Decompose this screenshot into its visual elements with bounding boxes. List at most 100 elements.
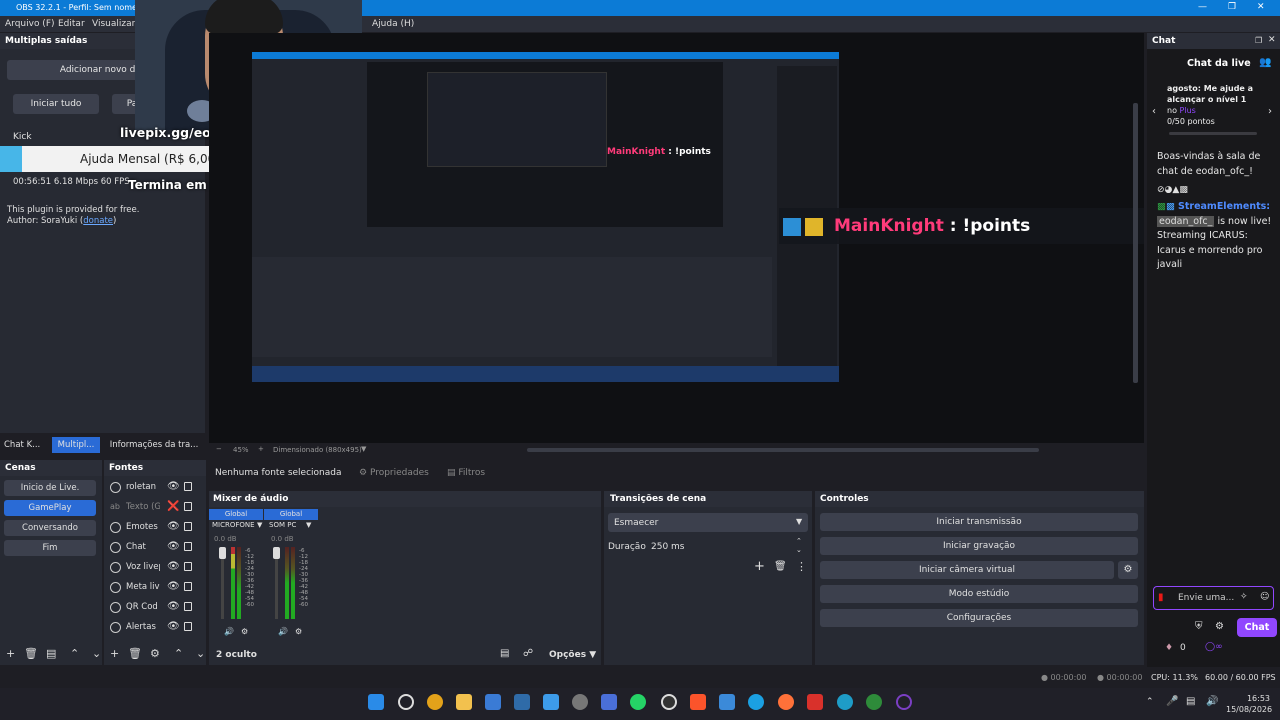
scene-item[interactable]: Fim (4, 540, 96, 556)
eye-icon[interactable]: 👁 (167, 601, 180, 612)
filters-button[interactable]: ▤ Filtros (447, 468, 485, 478)
chat-input[interactable]: ▮ Envie uma... ✧ ☺ (1153, 586, 1274, 610)
lock-icon[interactable] (184, 562, 192, 571)
obs-icon[interactable] (661, 694, 677, 710)
scene-filter-icon[interactable]: ▤ (46, 647, 56, 660)
firefox-icon[interactable] (778, 694, 794, 710)
mixer-link-icon[interactable]: ☍ (523, 648, 533, 659)
close-icon[interactable]: ✕ (1257, 2, 1265, 12)
studio-mode-button[interactable]: Modo estúdio (820, 585, 1138, 603)
volume-icon[interactable]: 🔊 (1206, 696, 1218, 707)
scale-dropdown-icon[interactable]: ▼ (361, 445, 366, 453)
delete-scene-icon[interactable]: 🗑 (24, 647, 38, 660)
ch2-settings-icon[interactable]: ⚙ (295, 627, 302, 636)
more-options-icon[interactable]: ⋮ (796, 560, 807, 573)
teams-icon[interactable] (601, 694, 617, 710)
tab-multiplas[interactable]: Multipl... (52, 437, 100, 453)
undock-icon[interactable]: ❐ (1255, 36, 1262, 45)
tray-chevron-icon[interactable]: ⌃ (1146, 697, 1154, 707)
source-settings-icon[interactable]: ⚙ (150, 647, 160, 660)
search-icon[interactable] (398, 694, 414, 710)
app-icon[interactable] (837, 694, 853, 710)
ch2-mute-icon[interactable]: 🔊 (278, 627, 288, 636)
settings-icon[interactable] (572, 694, 588, 710)
transition-select[interactable]: Esmaecer ▼ (608, 513, 808, 532)
add-source-icon[interactable]: + (110, 647, 119, 660)
ch1-fader[interactable] (219, 547, 226, 559)
minimize-icon[interactable]: — (1198, 2, 1207, 12)
source-row[interactable]: Meta liv 👁 (110, 580, 200, 596)
scene-item[interactable]: Inicio de Live. (4, 480, 96, 496)
photos-icon[interactable] (485, 694, 501, 710)
source-row[interactable]: Chat 👁 (110, 540, 200, 556)
options-button[interactable]: Opções ▼ (549, 650, 596, 660)
lock-icon[interactable] (184, 522, 192, 531)
source-row[interactable]: Voz livep👁 (110, 560, 200, 576)
delete-source-icon[interactable]: 🗑 (128, 647, 142, 660)
menu-ajuda[interactable]: Ajuda (H) (372, 19, 414, 29)
lock-icon[interactable] (184, 622, 192, 631)
mic-tray-icon[interactable]: 🎤 (1166, 696, 1178, 707)
start-all-button[interactable]: Iniciar tudo (13, 94, 99, 114)
clock[interactable]: 16:53 15/08/2026 (1226, 693, 1272, 715)
mail-icon[interactable] (543, 694, 559, 710)
properties-button[interactable]: ⚙ Propriedades (359, 468, 429, 478)
preview-canvas[interactable]: MainKnight : !points MainKnight : !point… (209, 33, 1144, 443)
source-row[interactable]: Emotes 👁 (110, 520, 200, 536)
source-row[interactable]: Alertas 👁 (110, 620, 200, 636)
move-up-icon[interactable]: ⌃ (174, 647, 183, 660)
menu-arquivo[interactable]: Arquivo (F) (5, 19, 55, 29)
tab-chat-kick[interactable]: Chat K... (4, 437, 48, 453)
ch2-name[interactable]: SOM PC (269, 521, 296, 529)
eye-icon[interactable]: 👁 (167, 621, 180, 632)
ch1-settings-icon[interactable]: ⚙ (241, 627, 248, 636)
capture-icon[interactable] (896, 694, 912, 710)
start-streaming-button[interactable]: Iniciar transmissão (820, 513, 1138, 531)
whatsapp-icon[interactable] (630, 694, 646, 710)
edge-icon[interactable] (748, 694, 764, 710)
lock-icon[interactable] (184, 582, 192, 591)
eye-icon[interactable]: 👁 (167, 541, 180, 552)
chrome-icon[interactable] (427, 694, 443, 710)
source-row[interactable]: roletan 👁 (110, 480, 200, 496)
eye-icon[interactable]: 👁 (167, 581, 180, 592)
ch1-dropdown-icon[interactable]: ▼ (257, 521, 262, 529)
vivaldi-icon[interactable] (807, 694, 823, 710)
source-row[interactable]: QR Cod 👁 (110, 600, 200, 616)
tab-informacoes[interactable]: Informações da tra... (106, 437, 202, 453)
start-virtual-camera-button[interactable]: Iniciar câmera virtual (820, 561, 1114, 579)
spin-up-icon[interactable]: ⌃ (796, 537, 802, 545)
move-down-icon[interactable]: ⌄ (196, 647, 205, 660)
ch1-name[interactable]: MICROFONE (212, 521, 255, 529)
lock-icon[interactable] (184, 542, 192, 551)
settings-button[interactable]: Configurações (820, 609, 1138, 627)
scene-item-selected[interactable]: GamePlay (4, 500, 96, 516)
source-row[interactable]: ab Texto (G ❌ (110, 500, 200, 516)
maximize-icon[interactable]: ❐ (1228, 2, 1236, 12)
eye-icon[interactable]: 👁 (167, 481, 180, 492)
ch2-fader[interactable] (273, 547, 280, 559)
spin-down-icon[interactable]: ⌄ (796, 546, 802, 554)
next-icon[interactable]: › (1268, 106, 1272, 117)
windows-start-icon[interactable] (368, 694, 384, 710)
command-icon[interactable]: ✧ (1240, 592, 1248, 602)
menu-editar[interactable]: Editar (58, 19, 85, 29)
delete-transition-icon[interactable]: 🗑 (774, 561, 787, 572)
network-icon[interactable]: ▤ (1186, 696, 1195, 707)
menu-visualizar[interactable]: Visualizar (92, 19, 135, 29)
store-icon[interactable] (514, 694, 530, 710)
lock-icon[interactable] (184, 502, 192, 511)
donate-link[interactable]: donate (83, 216, 113, 226)
zoom-out-button[interactable]: − (216, 445, 222, 453)
lock-icon[interactable] (184, 482, 192, 491)
add-transition-icon[interactable]: + (754, 559, 765, 574)
eye-icon[interactable]: 👁 (167, 521, 180, 532)
xbox-icon[interactable] (866, 694, 882, 710)
add-scene-icon[interactable]: + (6, 647, 15, 660)
chat-send-button[interactable]: Chat (1237, 618, 1277, 637)
eye-icon[interactable]: 👁 (167, 561, 180, 572)
eye-off-icon[interactable]: ❌ (167, 501, 179, 512)
close-dock-icon[interactable]: ✕ (1268, 35, 1276, 45)
file-explorer-icon[interactable] (456, 694, 472, 710)
start-recording-button[interactable]: Iniciar gravação (820, 537, 1138, 555)
